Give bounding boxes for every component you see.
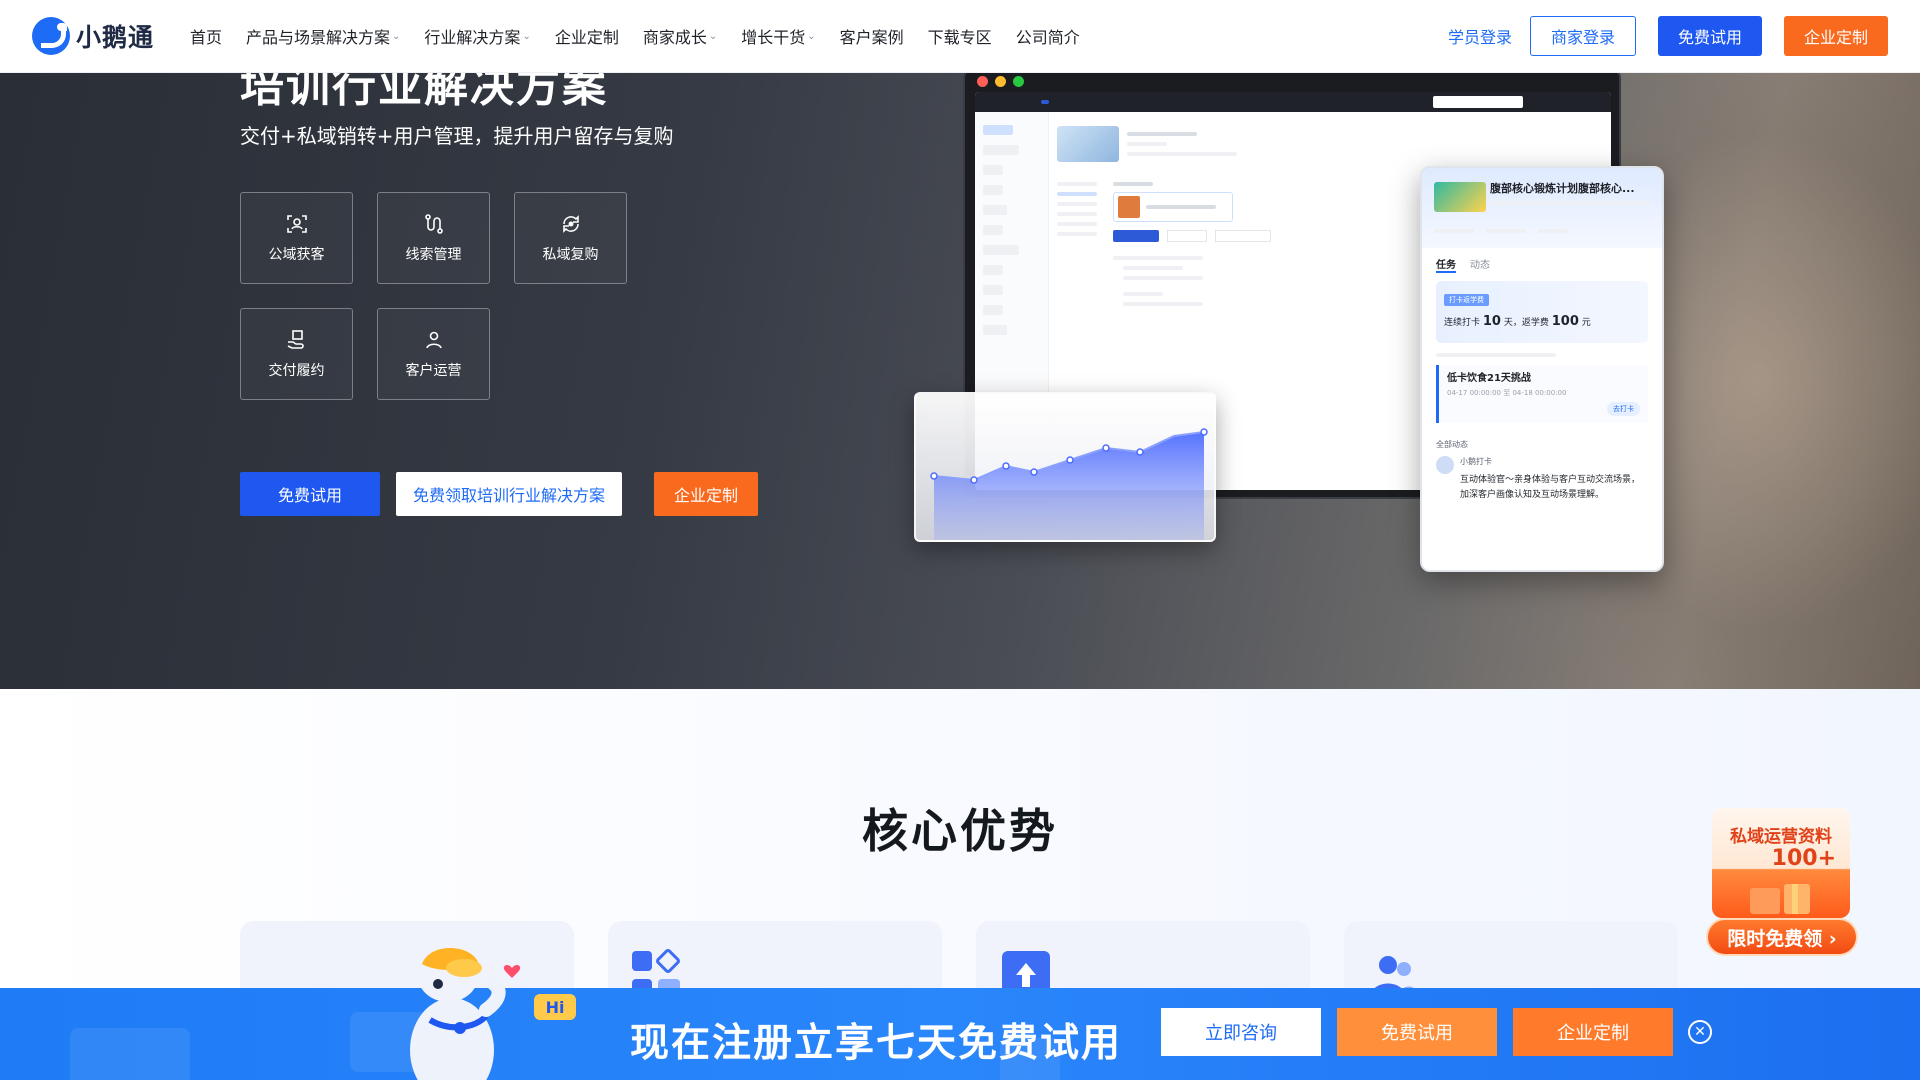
avatar [1436, 456, 1454, 474]
promo-title: 私域运营资料 [1730, 827, 1832, 847]
refresh-coin-icon [562, 215, 579, 233]
feature-label: 客户运营 [405, 363, 462, 379]
nav-menu: 首页 产品与场景解决方案 ⌄ 行业解决方案 ⌄ 企业定制 商家成长 ⌄ 增长干货 ⌄ 客… [190, 0, 1104, 72]
feature-customer-ops[interactable]: 客户运营 [377, 308, 490, 400]
feature-label: 私域复购 [542, 247, 599, 263]
nav-item-about[interactable]: 公司简介 [1016, 24, 1080, 48]
chevron-down-icon: ⌄ [522, 30, 531, 42]
checkin-reward-card: 打卡返学费 连续打卡 10 天，返学费 100 元 [1436, 281, 1648, 343]
area-chart [930, 428, 1208, 540]
chevron-down-icon: ⌄ [708, 30, 718, 42]
feature-private-repurchase[interactable]: 私域复购 [514, 192, 627, 284]
mascot-illustration: Hi [390, 940, 590, 1080]
hero-subtitle: 交付+私域销转+用户管理，提升用户留存与复购 [240, 124, 674, 148]
nav-item-download[interactable]: 下载专区 [928, 24, 992, 48]
enterprise-button[interactable]: 企业定制 [1783, 16, 1888, 56]
hero-title: 培训行业解决方案 [240, 72, 608, 112]
hi-badge: Hi [534, 994, 576, 1020]
chevron-down-icon: ⌄ [392, 30, 401, 42]
promo-claim-button[interactable]: 限时免费领 › [1706, 918, 1858, 956]
task-item: 低卡饮食21天挑战 04-17 00:00:00 至 04-18 00:00:0… [1436, 365, 1648, 423]
phone-header: 腹部核心锻炼计划腹部核心... [1422, 168, 1662, 248]
student-login-link[interactable]: 学员登录 [1448, 24, 1512, 48]
feature-label: 公域获客 [268, 247, 325, 263]
signup-promo-text: 现在注册立享七天免费试用 [630, 1021, 1123, 1066]
promo-widget[interactable]: 私域运营资料 100+ 限时免费领 › [1704, 808, 1858, 960]
feature-label: 线索管理 [405, 247, 462, 263]
nav-item-knowledge[interactable]: 增长干货 ⌄ [741, 24, 815, 48]
logo-text: 小鹅通 [76, 23, 155, 52]
feature-delivery[interactable]: 交付履约 [240, 308, 353, 400]
hero-free-trial-button[interactable]: 免费试用 [240, 472, 380, 516]
user-icon [425, 331, 442, 349]
feed-title: 全部动态 [1436, 440, 1468, 449]
hand-package-icon [287, 330, 304, 349]
free-trial-button[interactable]: 免费试用 [1657, 16, 1762, 56]
scan-person-icon [286, 215, 307, 233]
mock-search-bar [1433, 96, 1523, 108]
consult-button[interactable]: 立即咨询 [1161, 1008, 1321, 1056]
phone-tabs: 任务 动态 [1422, 248, 1662, 281]
phone-tab-feed: 动态 [1470, 260, 1490, 271]
logo[interactable]: 小鹅通 [32, 17, 154, 55]
course-thumbnail [1434, 182, 1486, 212]
nav-item-growth[interactable]: 商家成长 ⌄ [643, 24, 717, 48]
section-title: 核心优势 [862, 804, 1058, 858]
close-icon[interactable]: ✕ [1688, 1020, 1712, 1044]
chevron-down-icon: ⌄ [807, 30, 816, 42]
phone-tab-task: 任务 [1436, 256, 1456, 273]
window-dots [977, 76, 1031, 87]
feed-item: 小鹅打卡 互动体验官～亲身体验与客户互动交流场景，加深客户画像认知及互动场景理解… [1422, 456, 1662, 503]
nav-item-products[interactable]: 产品与场景解决方案 ⌄ [246, 24, 400, 48]
route-icon [424, 214, 443, 234]
gift-box-icon [1750, 884, 1810, 914]
promo-count: 100+ [1771, 846, 1836, 871]
nav-item-enterprise[interactable]: 企业定制 [555, 24, 619, 48]
feature-public-acquisition[interactable]: 公域获客 [240, 192, 353, 284]
nav-actions: 学员登录 商家登录 免费试用 企业定制 [1448, 16, 1888, 56]
phone-mockup: 腹部核心锻炼计划腹部核心... 任务 动态 打卡返学费 连续打卡 10 天，返学… [1420, 166, 1664, 572]
hero-enterprise-button[interactable]: 企业定制 [654, 472, 758, 516]
top-nav: 小鹅通 首页 产品与场景解决方案 ⌄ 行业解决方案 ⌄ 企业定制 商家成长 ⌄ 增长干… [0, 0, 1920, 72]
nav-item-cases[interactable]: 客户案例 [840, 24, 904, 48]
merchant-login-button[interactable]: 商家登录 [1529, 16, 1636, 56]
feature-lead-management[interactable]: 线索管理 [377, 192, 490, 284]
bottom-enterprise-button[interactable]: 企业定制 [1513, 1008, 1673, 1056]
phone-course-title: 腹部核心锻炼计划腹部核心... [1490, 182, 1635, 195]
nav-item-industry[interactable]: 行业解决方案 ⌄ [424, 24, 530, 48]
nav-item-home[interactable]: 首页 [190, 24, 222, 48]
feature-label: 交付履约 [268, 363, 325, 379]
hero-get-solution-button[interactable]: 免费领取培训行业解决方案 [396, 472, 622, 516]
logo-mark-icon [32, 17, 70, 55]
bottom-signup-bar: 现在注册立享七天免费试用 立即咨询 免费试用 企业定制 ✕ [0, 988, 1920, 1080]
bottom-free-trial-button[interactable]: 免费试用 [1337, 1008, 1497, 1056]
area-chart-card [914, 392, 1216, 542]
